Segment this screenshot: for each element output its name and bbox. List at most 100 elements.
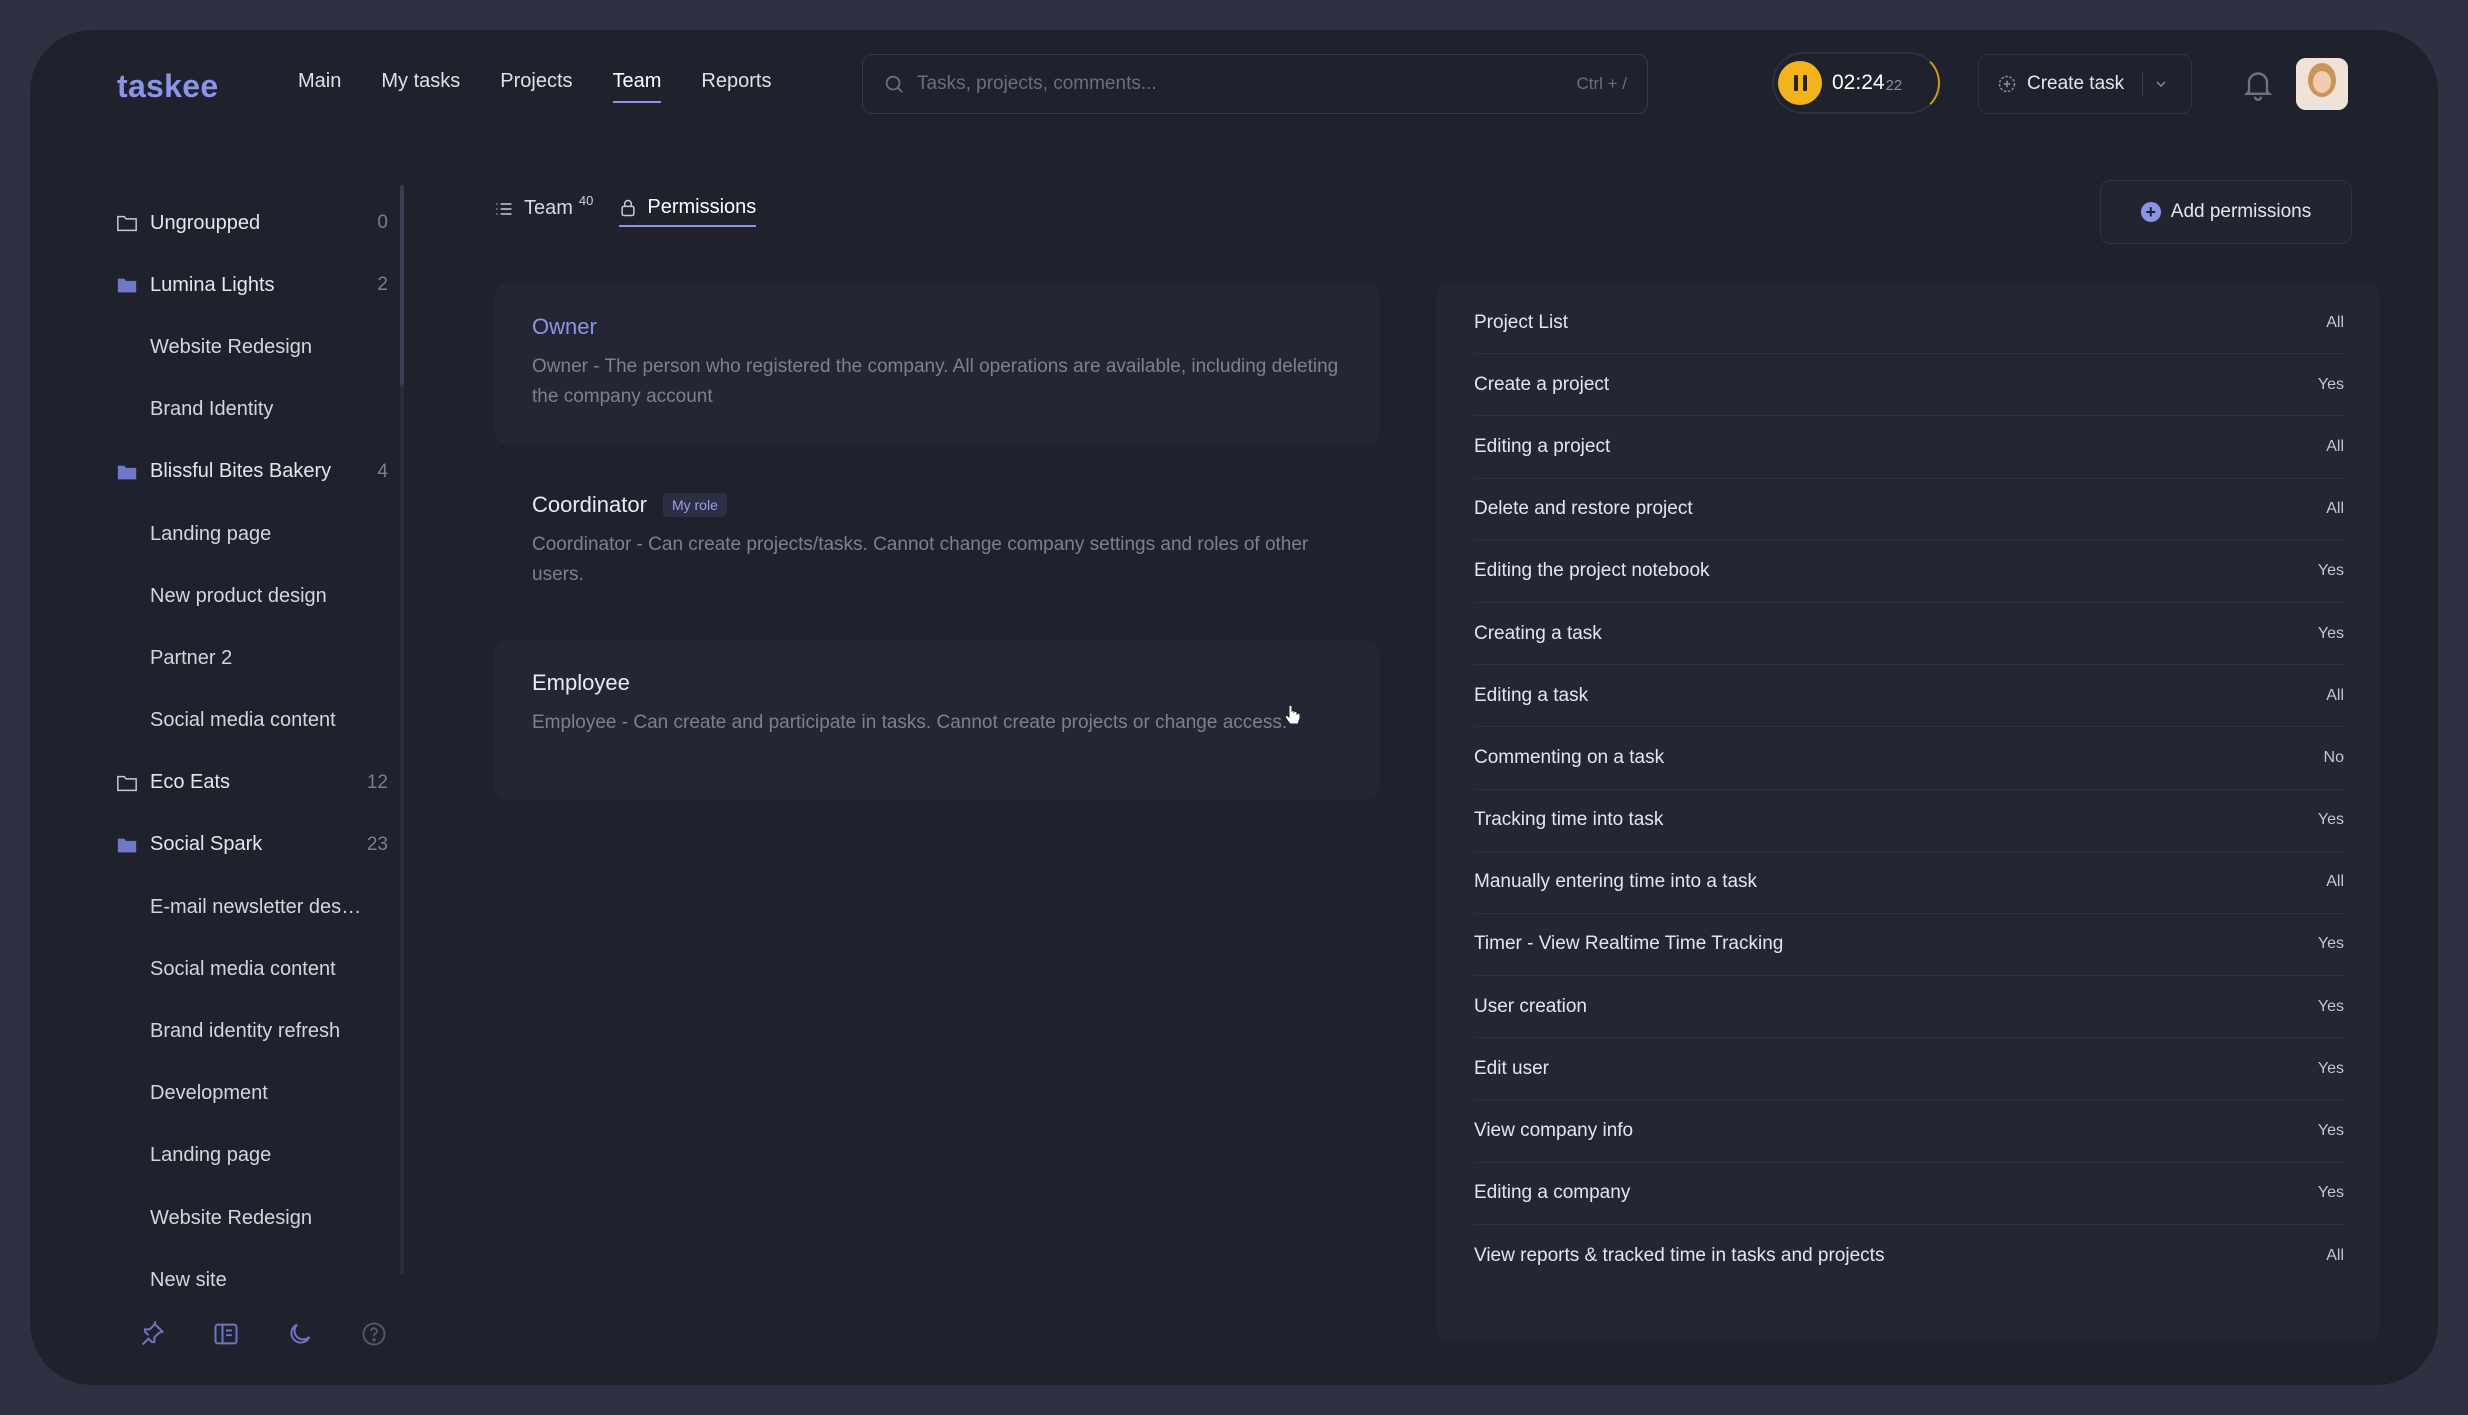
bell-icon[interactable] [2240,66,2276,102]
sidebar-group-social-spark[interactable]: Social Spark 23 [116,814,406,876]
permission-row[interactable]: Commenting on a task No [1474,727,2344,790]
permission-row[interactable]: Editing a project All [1474,416,2344,479]
nav-main[interactable]: Main [298,70,341,103]
sidebar-item-project[interactable]: Brand Identity [116,379,406,441]
sidebar-item-project[interactable]: Social media content [116,690,406,752]
project-sidebar: Ungroupped 0 Lumina Lights 2 Website Red… [116,192,406,1311]
tab-team[interactable]: Team 40 [494,193,594,227]
permission-value: All [2326,313,2344,331]
sidebar-item-project[interactable]: Landing page [116,1125,406,1187]
sidebar-item-project[interactable]: New site [116,1249,406,1311]
sidebar-scrollbar[interactable] [400,185,404,1275]
pin-icon[interactable] [138,1320,166,1348]
chevron-down-icon[interactable] [2153,76,2169,92]
search-shortcut: Ctrl + / [1576,74,1627,93]
role-title: Employee [532,670,630,695]
scrollbar-thumb[interactable] [400,185,404,385]
sidebar-toolbar [138,1320,388,1348]
hand-cursor-icon [1284,704,1301,725]
tab-permissions[interactable]: Permissions [619,196,757,227]
permission-row[interactable]: Tracking time into task Yes [1474,790,2344,852]
permission-row[interactable]: Timer - View Realtime Time Tracking Yes [1474,914,2344,977]
app-logo[interactable]: taskee [117,68,218,105]
pause-icon [1793,75,1798,91]
permission-row[interactable]: Create a project Yes [1474,354,2344,417]
sidebar-item-project[interactable]: Social media content [116,938,406,1000]
role-card-employee[interactable]: Employee Employee - Can create and parti… [494,640,1380,800]
sidebar-item-project[interactable]: E-mail newsletter desi... [116,876,406,938]
permission-name: Timer - View Realtime Time Tracking [1474,933,1784,955]
sidebar-item-label: Social Spark [150,833,263,856]
permission-row[interactable]: Editing a company Yes [1474,1163,2344,1225]
time-tracker: 02:24 22 [1772,52,1940,114]
permission-name: Edit user [1474,1057,1549,1079]
nav-team[interactable]: Team [612,70,662,103]
permission-value: Yes [2317,1059,2344,1077]
app-window: taskee Main My tasks Projects Team Repor… [30,30,2438,1385]
permission-name: Editing a company [1474,1182,1631,1204]
folder-icon [116,274,138,296]
pause-button[interactable] [1778,61,1822,105]
nav-projects[interactable]: Projects [500,70,572,103]
permission-value: Yes [2317,811,2344,829]
create-task-button[interactable]: Create task [1978,54,2192,114]
search-input[interactable] [917,73,1577,95]
main-nav: Main My tasks Projects Team Reports [298,70,771,103]
sidebar-group-ungroupped[interactable]: Ungroupped 0 [116,192,406,254]
sidebar-item-count: 2 [377,274,388,296]
sidebar-item-label: Blissful Bites Bakery [150,460,332,483]
sidebar-item-label: Website Redesign [150,1206,312,1229]
tab-count: 40 [578,193,594,208]
permission-row[interactable]: View company info Yes [1474,1100,2344,1163]
sidebar-item-count: 0 [377,212,388,234]
permission-row[interactable]: Edit user Yes [1474,1038,2344,1101]
permission-row[interactable]: Editing a task All [1474,665,2344,728]
sidebar-item-label: Social media content [150,709,336,732]
permission-name: Create a project [1474,373,1610,395]
permission-name: Creating a task [1474,622,1602,644]
sidebar-item-label: New site [150,1268,227,1291]
sidebar-item-project[interactable]: Website Redesign [116,1187,406,1249]
permission-name: User creation [1474,995,1587,1017]
device-frame: taskee Main My tasks Projects Team Repor… [0,0,2468,1415]
sidebar-item-label: Lumina Lights [150,273,275,296]
permission-value: All [2326,1246,2344,1264]
avatar[interactable] [2296,58,2348,110]
permission-row[interactable]: View reports & tracked time in tasks and… [1474,1225,2344,1287]
sidebar-item-label: Ungroupped [150,211,261,234]
sidebar-item-project[interactable]: New product design [116,565,406,627]
permission-row[interactable]: Delete and restore project All [1474,479,2344,541]
permission-row[interactable]: Project List All [1474,292,2344,355]
permission-row[interactable]: Creating a task Yes [1474,603,2344,666]
timer-time: 02:24 [1832,71,1885,94]
nav-reports[interactable]: Reports [701,70,771,103]
sidebar-item-project[interactable]: Partner 2 [116,627,406,689]
sidebar-group-blissful-bites-bakery[interactable]: Blissful Bites Bakery 4 [116,441,406,503]
sidebar-item-project[interactable]: Landing page [116,503,406,565]
sidebar-item-project[interactable]: Brand identity refresh [116,1000,406,1062]
sidebar-item-label: Development [150,1082,268,1105]
role-card-owner[interactable]: Owner Owner - The person who registered … [494,284,1380,444]
permission-row[interactable]: Editing the project notebook Yes [1474,541,2344,603]
help-icon[interactable] [360,1320,388,1348]
moon-icon[interactable] [286,1320,314,1348]
sidebar-group-lumina-lights[interactable]: Lumina Lights 2 [116,254,406,316]
folder-icon [116,461,138,483]
permission-value: No [2323,748,2344,766]
add-permissions-button[interactable]: + Add permissions [2100,180,2352,244]
permission-name: Editing a project [1474,435,1611,457]
role-card-coordinator[interactable]: Coordinator My role Coordinator - Can cr… [494,462,1380,622]
sidebar-item-project[interactable]: Website Redesign [116,316,406,378]
permission-name: Tracking time into task [1474,809,1664,831]
permission-value: Yes [2317,624,2344,642]
permission-value: All [2326,873,2344,891]
permission-value: All [2326,437,2344,455]
sidebar-toggle-icon[interactable] [212,1320,240,1348]
nav-my-tasks[interactable]: My tasks [381,70,460,103]
permission-row[interactable]: Manually entering time into a task All [1474,852,2344,914]
sidebar-item-label: Website Redesign [150,335,312,358]
sidebar-item-project[interactable]: Development [116,1063,406,1125]
sidebar-group-eco-eats[interactable]: Eco Eats 12 [116,752,406,814]
permission-row[interactable]: User creation Yes [1474,976,2344,1039]
role-title-row: Coordinator My role [532,492,1342,518]
